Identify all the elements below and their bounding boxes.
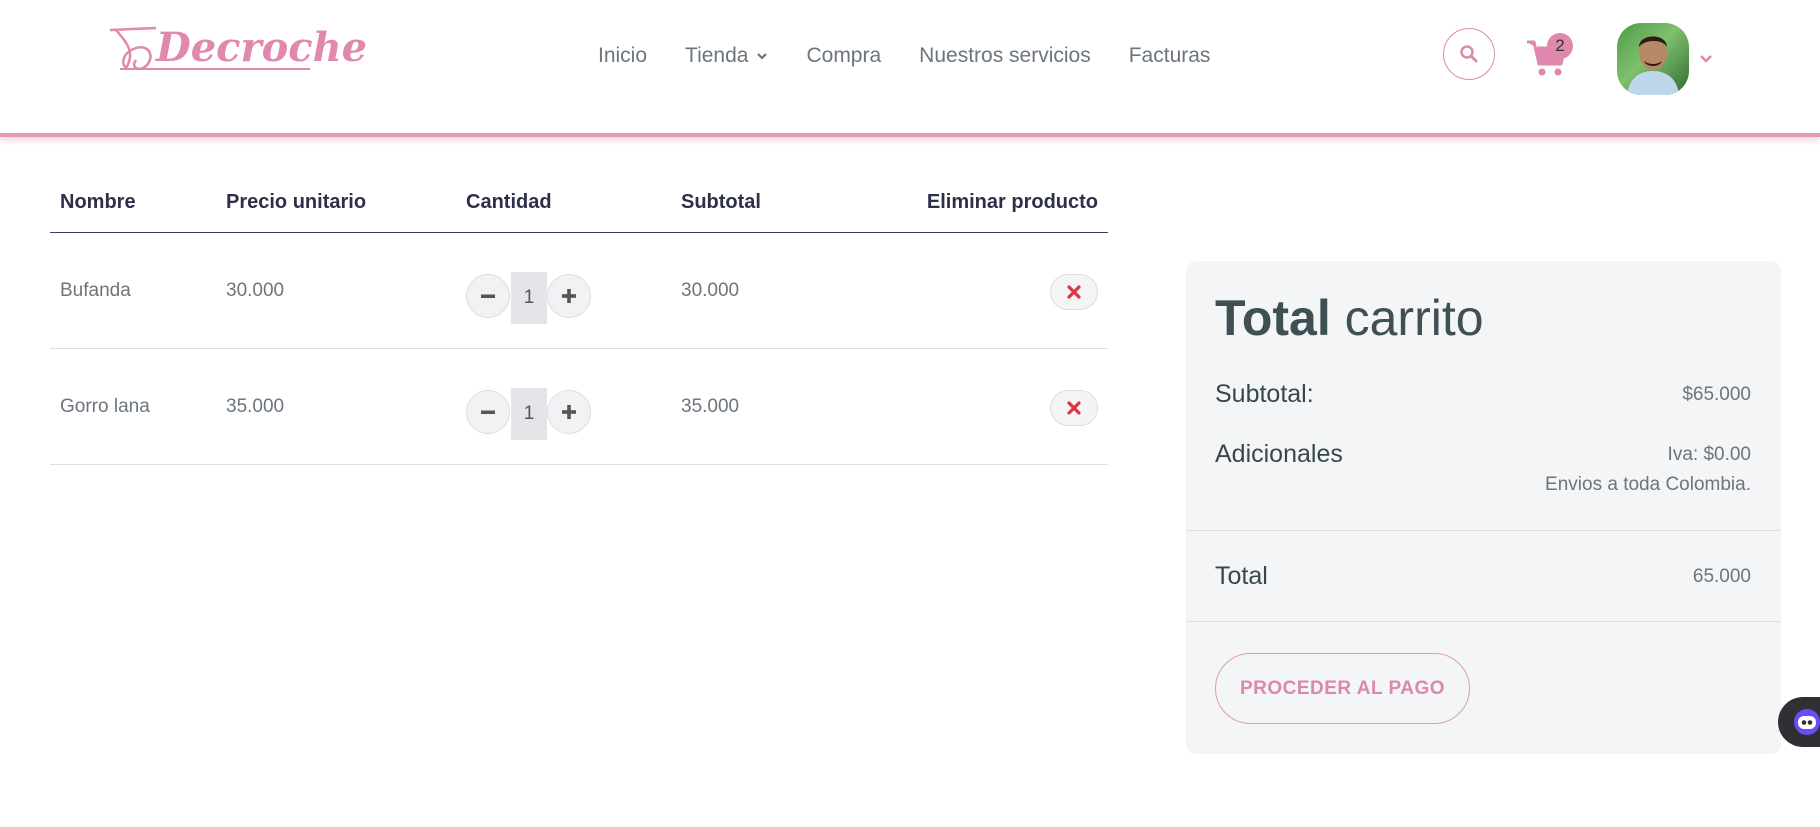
total-value: 65.000: [1692, 566, 1751, 587]
site-header: Decroche Inicio Tienda Compra Nuestros s…: [0, 0, 1820, 137]
plus-icon: [562, 405, 576, 419]
bot-face-icon: [1798, 716, 1816, 729]
header-name: Nombre: [60, 191, 136, 213]
product-subtotal: 35.000: [681, 396, 740, 417]
main-nav: Inicio Tienda Compra Nuestros servicios …: [598, 44, 1248, 68]
chat-widget-button[interactable]: [1778, 697, 1820, 747]
minus-icon: [481, 410, 495, 414]
nav-facturas-label: Facturas: [1128, 44, 1211, 67]
quantity-stepper: 1: [466, 272, 592, 324]
nav-servicios-label: Nuestros servicios: [919, 44, 1091, 67]
product-unit-price: 30.000: [226, 280, 285, 301]
subtotal-value: $65.000: [1682, 384, 1751, 405]
table-header: Nombre Precio unitario Cantidad Subtotal…: [50, 180, 1108, 233]
nav-compra-label: Compra: [806, 44, 882, 67]
user-photo: [1627, 36, 1679, 95]
nav-servicios[interactable]: Nuestros servicios: [919, 44, 1091, 68]
quantity-value[interactable]: 1: [511, 388, 547, 440]
product-unit-price: 35.000: [226, 396, 285, 417]
shipping-note: Envios a toda Colombia.: [1545, 474, 1751, 495]
nav-facturas[interactable]: Facturas: [1129, 44, 1211, 68]
cart-totals-card: Total carrito Subtotal: $65.000 Adiciona…: [1186, 261, 1781, 754]
subtotal-label: Subtotal:: [1215, 380, 1314, 408]
nav-inicio[interactable]: Inicio: [598, 44, 647, 68]
decrease-quantity-button[interactable]: [466, 390, 510, 434]
increase-quantity-button[interactable]: [547, 274, 591, 318]
totals-title-rest: carrito: [1330, 290, 1484, 346]
cart-count-badge: 2: [1547, 33, 1573, 59]
additional-label: Adicionales: [1215, 440, 1343, 468]
table-row: Bufanda 30.000 1 30.000: [50, 233, 1108, 349]
chevron-down-icon[interactable]: [1699, 52, 1713, 66]
header-remove: Eliminar producto: [926, 191, 1098, 213]
chevron-down-icon: [757, 53, 768, 60]
nav-inicio-label: Inicio: [598, 44, 648, 67]
nav-tienda-label: Tienda: [685, 44, 749, 67]
header-unit-price: Precio unitario: [226, 191, 367, 213]
quantity-value[interactable]: 1: [511, 272, 547, 324]
nav-compra[interactable]: Compra: [806, 44, 881, 68]
remove-product-button[interactable]: [1050, 274, 1098, 310]
quantity-stepper: 1: [466, 388, 592, 440]
total-label: Total: [1215, 562, 1268, 590]
header-quantity: Cantidad: [466, 191, 552, 213]
search-icon: [1460, 45, 1478, 63]
avatar[interactable]: [1617, 23, 1689, 95]
remove-product-button[interactable]: [1050, 390, 1098, 426]
logo-text: Decroche: [156, 24, 368, 71]
header-subtotal: Subtotal: [681, 191, 761, 213]
totals-title-bold: Total: [1215, 290, 1331, 346]
close-icon: [1067, 401, 1081, 415]
logo-underline: [120, 68, 310, 70]
increase-quantity-button[interactable]: [547, 390, 591, 434]
product-subtotal: 30.000: [681, 280, 740, 301]
product-name: Bufanda: [60, 280, 131, 301]
nav-tienda[interactable]: Tienda: [685, 44, 768, 68]
table-row: Gorro lana 35.000 1 35.000: [50, 349, 1108, 465]
divider: [1186, 530, 1781, 531]
cart-table: Nombre Precio unitario Cantidad Subtotal…: [50, 180, 1108, 465]
bot-icon: [1794, 709, 1820, 735]
minus-icon: [481, 294, 495, 298]
totals-title: Total carrito: [1215, 289, 1484, 347]
logo[interactable]: Decroche: [106, 22, 367, 74]
close-icon: [1067, 285, 1081, 299]
checkout-button[interactable]: PROCEDER AL PAGO: [1215, 653, 1470, 724]
search-button[interactable]: [1443, 28, 1495, 80]
decrease-quantity-button[interactable]: [466, 274, 510, 318]
iva-value: Iva: $0.00: [1667, 444, 1751, 465]
product-name: Gorro lana: [60, 396, 150, 417]
divider: [1186, 621, 1781, 622]
plus-icon: [562, 289, 576, 303]
